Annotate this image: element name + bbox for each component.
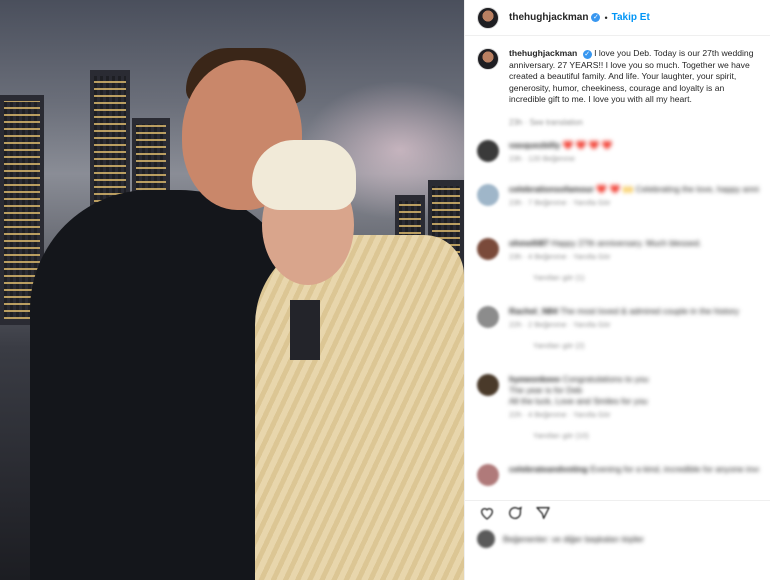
comment-body: ohmelli87 Happy 27th anniversary. Much b… xyxy=(509,238,759,282)
author-avatar[interactable] xyxy=(477,6,499,29)
commenter-username[interactable]: vasquezbilly xyxy=(509,140,560,150)
commenter-avatar[interactable] xyxy=(477,184,499,206)
commenter-avatar[interactable] xyxy=(477,374,499,396)
commenter-avatar[interactable] xyxy=(477,238,499,260)
comment-item: Rachel_N84 The most loved & admired coup… xyxy=(465,306,770,350)
share-icon[interactable] xyxy=(535,505,551,521)
follow-button[interactable]: Takip Et xyxy=(612,12,650,23)
comment-text-line: Happy 27th anniversary. Much blessed. xyxy=(551,238,702,248)
comment-body: Rachel_N84 The most loved & admired coup… xyxy=(509,306,759,350)
caption-username[interactable]: thehughjackman xyxy=(509,48,577,58)
comment-meta[interactable]: 22h · 4 Beğenme · Yanıtla Gör xyxy=(509,410,759,419)
liked-by-text[interactable]: Beğenenler: ve diğer başkaları kişiler xyxy=(503,534,644,545)
comment-text: celebrationsofamour ❤️ ❤️ 🙌 Celebrating … xyxy=(509,184,759,195)
comment-text: vasquezbilly ❤️ ❤️ ❤️ ❤️ xyxy=(509,140,759,151)
commenter-avatar[interactable] xyxy=(477,140,499,162)
comment-text-line: Congratulations to you xyxy=(562,374,649,384)
commenter-avatar[interactable] xyxy=(477,306,499,328)
liker-avatar[interactable] xyxy=(477,530,495,548)
commenter-username[interactable]: celebrationsofamour xyxy=(509,184,594,194)
comment-item: ohmelli87 Happy 27th anniversary. Much b… xyxy=(465,238,770,282)
commenter-username[interactable]: Rachel_N84 xyxy=(509,306,558,316)
comment-text: All the luck, Love and Smiles for you xyxy=(509,396,759,407)
comment-text-line: The most loved & admired couple in the h… xyxy=(559,306,740,316)
comment-text-line: ❤️ ❤️ ❤️ ❤️ xyxy=(562,140,613,150)
comment-meta[interactable]: 23h · 4 Beğenme · Yanıtla Gör xyxy=(509,252,759,261)
view-replies-link[interactable]: Yanıtları gör (10) xyxy=(533,431,759,440)
comment-text: The year is for Deb xyxy=(509,385,759,396)
comment-text: hyewonkeee Congratulations to you xyxy=(509,374,759,385)
comment-text: celebrateandvoting Evening for a kind, i… xyxy=(509,464,759,475)
liked-by-row: Beğenenler: ve diğer başkaları kişiler xyxy=(477,530,644,548)
comment-text: Rachel_N84 The most loved & admired coup… xyxy=(509,306,759,317)
woman-collar xyxy=(290,300,320,360)
author-username[interactable]: thehughjackman xyxy=(509,12,588,23)
comment-body: vasquezbilly ❤️ ❤️ ❤️ ❤️ 23h · 120 Beğenm… xyxy=(509,140,759,163)
commenter-username[interactable]: hyewonkeee xyxy=(509,374,560,384)
woman-coat xyxy=(255,235,464,580)
comment-text-line: ❤️ ❤️ 🙌 Celebrating the love, happy anni… xyxy=(596,184,759,194)
caption-meta: 23h · See translation xyxy=(509,117,583,127)
comment-text-line: Evening for a kind, incredible for anyon… xyxy=(590,464,759,474)
heart-icon[interactable] xyxy=(479,505,495,521)
comment-text-line: All the luck, Love and Smiles for you xyxy=(509,396,648,406)
view-replies-link[interactable]: Yanıtları gör (2) xyxy=(533,341,759,350)
post-photo xyxy=(0,0,464,580)
caption-verified-badge-icon: ✓ xyxy=(582,50,592,59)
action-bar xyxy=(465,500,770,524)
comment-meta[interactable]: 23h · 120 Beğenme xyxy=(509,154,759,163)
comment-item: vasquezbilly ❤️ ❤️ ❤️ ❤️ 23h · 120 Beğenm… xyxy=(465,140,770,163)
comment-item: celebrationsofamour ❤️ ❤️ 🙌 Celebrating … xyxy=(465,184,770,207)
comment-meta[interactable]: 23h · 7 Beğenme · Yanıtla Gör xyxy=(509,198,759,207)
view-replies-link[interactable]: Yanıtları gör (1) xyxy=(533,273,759,282)
post-header: thehughjackman ✓ • Takip Et xyxy=(465,0,770,36)
verified-badge-icon: ✓ xyxy=(591,13,601,22)
post-caption: thehughjackman ✓ I love you Deb. Today i… xyxy=(465,36,770,112)
comment-meta[interactable]: 22h · 2 Beğenme · Yanıtla Gör xyxy=(509,320,759,329)
post-sidebar: thehughjackman ✓ • Takip Et thehughjackm… xyxy=(464,0,770,580)
comment-body: hyewonkeee Congratulations to you The yea… xyxy=(509,374,759,440)
comment-text: ohmelli87 Happy 27th anniversary. Much b… xyxy=(509,238,759,249)
comment-icon[interactable] xyxy=(507,505,523,521)
commenter-username[interactable]: celebrateandvoting xyxy=(509,464,588,474)
comment-item: hyewonkeee Congratulations to you The yea… xyxy=(465,374,770,440)
woman-hair xyxy=(252,140,356,210)
comment-body: celebrateandvoting Evening for a kind, i… xyxy=(509,464,759,486)
separator-dot: • xyxy=(604,12,608,23)
commenter-avatar[interactable] xyxy=(477,464,499,486)
caption-author-avatar[interactable] xyxy=(477,48,499,70)
caption-text: thehughjackman ✓ I love you Deb. Today i… xyxy=(509,48,758,106)
comment-text-line: The year is for Deb xyxy=(509,385,583,395)
commenter-username[interactable]: ohmelli87 xyxy=(509,238,549,248)
comment-item: celebrateandvoting Evening for a kind, i… xyxy=(465,464,770,486)
comment-body: celebrationsofamour ❤️ ❤️ 🙌 Celebrating … xyxy=(509,184,759,207)
